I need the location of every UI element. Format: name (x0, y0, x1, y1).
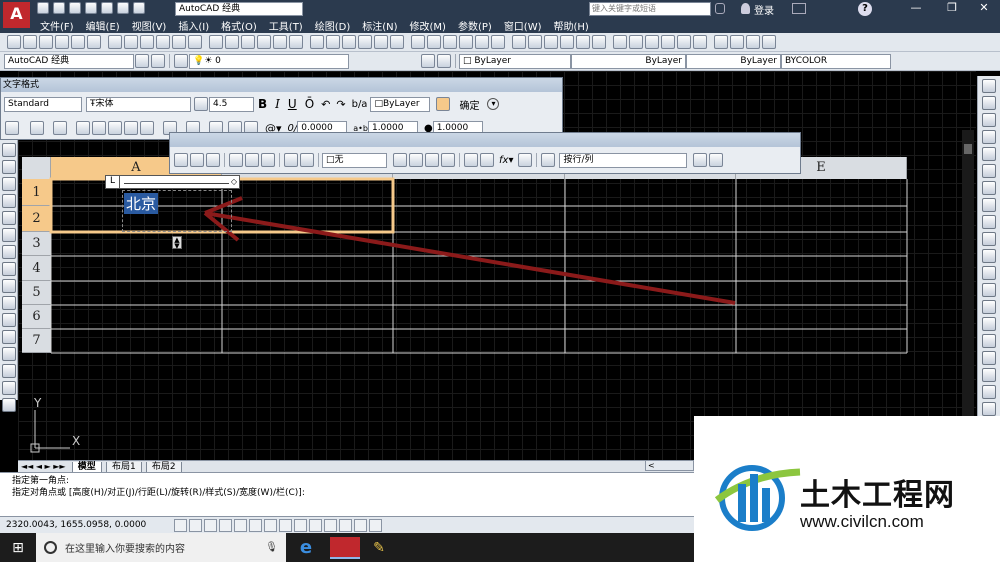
command-window[interactable]: 指定第一角点: 指定对角点或 [高度(H)/对正(J)/行距(L)/旋转(R)/… (0, 472, 694, 516)
qp-icon[interactable] (354, 518, 367, 532)
insert-col-left-icon[interactable] (229, 153, 243, 167)
command-history-line2: 指定对角点或 [高度(H)/对正(J)/行距(L)/旋转(R)/样式(S)/宽度… (12, 488, 305, 498)
edge-icon[interactable]: e (286, 537, 326, 558)
overline-button[interactable]: Ō (305, 97, 314, 111)
annotative-icon[interactable] (194, 97, 208, 111)
grid-icon[interactable] (204, 518, 217, 532)
annotation-arrow (203, 196, 736, 305)
cell-borders-icon[interactable] (393, 153, 407, 167)
coordinates-display[interactable]: 2320.0043, 1655.0958, 0.0000 (6, 520, 174, 530)
tab-layout2[interactable]: 布局2 (145, 462, 182, 472)
horizontal-scrollbar[interactable]: < (645, 460, 694, 471)
undo-text-icon[interactable]: ↶ (321, 98, 330, 111)
formula-icon[interactable]: fx▾ (499, 155, 513, 166)
alignment-icon[interactable] (409, 153, 423, 167)
table-toolbar-titlebar[interactable] (170, 133, 800, 147)
text-height-dropdown[interactable]: 4.5 (209, 96, 254, 112)
layout-tab-bar: ◄◄ ◄ ► ►► 模型 布局1 布局2 (18, 460, 694, 472)
text-format-panel: 文字格式 Standard Ŧ宋体 4.5 B I U Ō ↶ ↷ b/a □B… (0, 77, 563, 140)
underline-button[interactable]: U (288, 97, 297, 111)
redo-text-icon[interactable]: ↷ (336, 98, 345, 111)
match-cell-icon[interactable] (541, 153, 556, 167)
ucs-x-label: X (72, 434, 81, 448)
ok-button[interactable]: 确定 (459, 97, 479, 112)
lwt-icon[interactable] (324, 518, 337, 532)
cell-border-dropdown[interactable]: □无 (322, 152, 387, 168)
align-right-icon[interactable] (108, 121, 122, 135)
bold-button[interactable]: B (258, 97, 267, 111)
justify-icon[interactable] (30, 121, 44, 135)
watermark-logo-icon (714, 465, 801, 531)
osnap-icon[interactable] (249, 518, 262, 532)
insert-row-below-icon[interactable] (190, 153, 204, 167)
otrack-icon[interactable] (279, 518, 292, 532)
paragraph-icon[interactable] (53, 121, 67, 135)
merge-mode-dropdown[interactable]: 按行/列 (559, 152, 688, 168)
tpy-icon[interactable] (339, 518, 352, 532)
unmerge-cells-icon[interactable] (300, 153, 314, 167)
watermark-name: 土木工程网 (800, 478, 955, 513)
align-center-icon[interactable] (92, 121, 106, 135)
ducs-icon[interactable] (294, 518, 307, 532)
italic-button[interactable]: I (275, 97, 280, 111)
insert-col-right-icon[interactable] (245, 153, 259, 167)
columns-icon[interactable] (5, 121, 19, 135)
link-cell-icon[interactable] (693, 153, 708, 167)
ucs-y-label: Y (34, 396, 42, 410)
ucs-icon (30, 410, 70, 453)
delete-row-icon[interactable] (206, 153, 220, 167)
manage-content-icon[interactable] (518, 153, 533, 167)
download-icon[interactable] (709, 153, 724, 167)
align-distribute-icon[interactable] (140, 121, 154, 135)
snap-icon[interactable] (189, 518, 202, 532)
stack-icon[interactable]: b/a (352, 99, 368, 110)
options-icon[interactable]: ▾ (487, 98, 500, 110)
cell-text[interactable]: 北京 (124, 193, 159, 214)
watermark-url: www.civilcn.com (800, 512, 924, 531)
ruler-toggle-icon[interactable] (436, 97, 451, 111)
text-format-titlebar[interactable]: 文字格式 (1, 78, 562, 92)
search-circle-icon (44, 541, 57, 554)
tab-model[interactable]: 模型 (71, 462, 102, 472)
font-dropdown[interactable]: Ŧ宋体 (86, 96, 191, 112)
polar-icon[interactable] (234, 518, 247, 532)
tab-nav-icon[interactable]: ◄◄ ◄ ► ►► (21, 462, 66, 471)
align-left-icon[interactable] (76, 121, 90, 135)
align-justify-icon[interactable] (124, 121, 138, 135)
merge-cells-icon[interactable] (284, 153, 298, 167)
insert-field2-icon[interactable] (480, 153, 494, 167)
text-ruler[interactable]: L ◇ (105, 175, 240, 189)
text-style-dropdown[interactable]: Standard (4, 96, 82, 112)
text-color-dropdown[interactable]: □ByLayer (370, 96, 431, 112)
autocad-taskbar-icon[interactable] (330, 536, 360, 559)
app-logo-icon[interactable]: A (3, 2, 30, 28)
dyn-icon[interactable] (309, 518, 322, 532)
paint-icon[interactable]: ✎ (364, 540, 394, 556)
table-toolbar: □无 fx▾ 按行/列 (169, 132, 801, 174)
sc-icon[interactable] (369, 518, 382, 532)
status-bar: 2320.0043, 1655.0958, 0.0000 (0, 516, 694, 533)
lock-icon[interactable] (425, 153, 439, 167)
taskbar-search[interactable]: 在这里输入你要搜索的内容 🎙 (36, 533, 286, 562)
command-history-line1: 指定第一角点: (12, 476, 70, 486)
data-format-icon[interactable] (441, 153, 455, 167)
ortho-icon[interactable] (219, 518, 232, 532)
windows-taskbar: ⊞ 在这里输入你要搜索的内容 🎙 e ✎ (0, 533, 694, 562)
resize-handle-icon[interactable]: ▲ ▼ (172, 236, 182, 250)
delete-col-icon[interactable] (261, 153, 275, 167)
infer-icon[interactable] (174, 518, 187, 532)
3d-osnap-icon[interactable] (264, 518, 277, 532)
watermark-panel: 土木工程网 www.civilcn.com (694, 416, 1000, 562)
insert-row-above-icon[interactable] (174, 153, 188, 167)
insert-block-icon[interactable] (464, 153, 478, 167)
windows-start-icon[interactable]: ⊞ (0, 540, 36, 556)
tab-layout1[interactable]: 布局1 (105, 462, 142, 472)
microphone-icon[interactable]: 🎙 (265, 542, 278, 553)
